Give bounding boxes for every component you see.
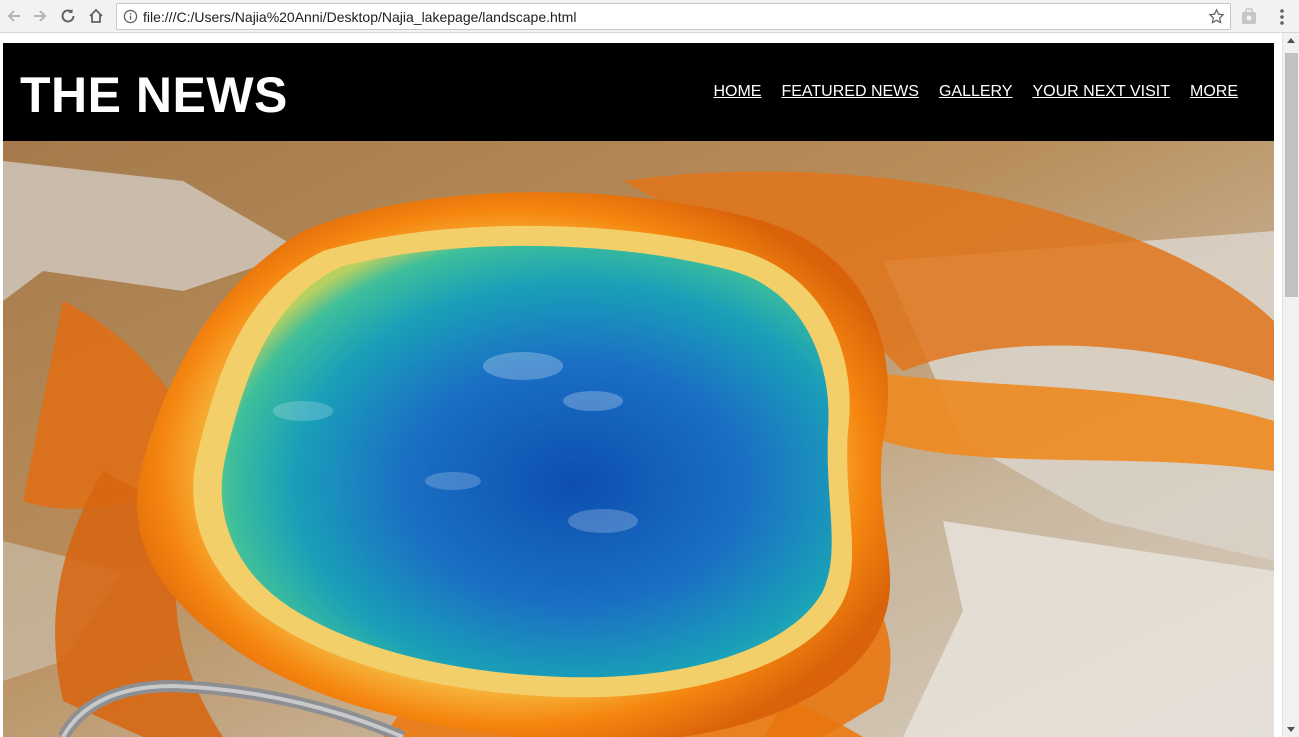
- back-button[interactable]: [3, 5, 25, 27]
- forward-button[interactable]: [29, 5, 51, 27]
- home-icon: [89, 8, 103, 23]
- browser-toolbar: file:///C:/Users/Najia%20Anni/Desktop/Na…: [0, 0, 1299, 33]
- url-text[interactable]: file:///C:/Users/Najia%20Anni/Desktop/Na…: [143, 9, 576, 25]
- site-nav: HOME FEATURED NEWS GALLERY YOUR NEXT VIS…: [713, 83, 1238, 101]
- arrow-right-icon: [34, 10, 47, 22]
- star-icon[interactable]: [1208, 8, 1225, 25]
- site-header: THE NEWS HOME FEATURED NEWS GALLERY YOUR…: [3, 43, 1274, 141]
- address-bar[interactable]: file:///C:/Users/Najia%20Anni/Desktop/Na…: [116, 3, 1231, 30]
- nav-link-gallery[interactable]: GALLERY: [939, 83, 1013, 101]
- arrow-left-icon: [7, 10, 20, 22]
- nav-link-home[interactable]: HOME: [713, 83, 761, 101]
- reload-icon: [61, 9, 75, 23]
- site-title: THE NEWS: [20, 67, 288, 123]
- hot-spring-illustration: [3, 141, 1274, 737]
- nav-link-more[interactable]: MORE: [1190, 83, 1238, 101]
- vertical-scrollbar[interactable]: [1282, 33, 1299, 737]
- vertical-dots-icon[interactable]: [1272, 7, 1292, 27]
- home-button[interactable]: [85, 5, 107, 27]
- scroll-down-icon[interactable]: [1287, 727, 1295, 732]
- extension-icon[interactable]: [1239, 7, 1259, 27]
- page-viewport: THE NEWS HOME FEATURED NEWS GALLERY YOUR…: [0, 33, 1299, 737]
- nav-link-featured-news[interactable]: FEATURED NEWS: [781, 83, 918, 101]
- info-icon[interactable]: [123, 9, 138, 24]
- nav-link-your-next-visit[interactable]: YOUR NEXT VISIT: [1032, 83, 1170, 101]
- scroll-thumb[interactable]: [1285, 53, 1298, 297]
- scroll-up-icon[interactable]: [1287, 38, 1295, 43]
- hero-image: [3, 141, 1274, 737]
- reload-button[interactable]: [57, 5, 79, 27]
